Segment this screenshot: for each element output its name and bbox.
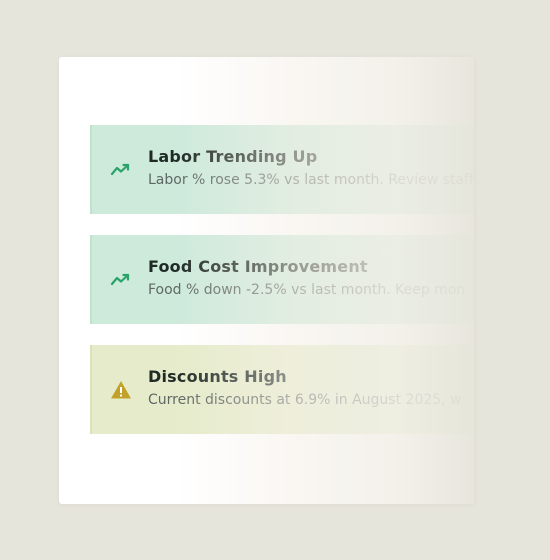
alert-discounts-high: Discounts High Current discounts at 6.9%… bbox=[90, 345, 474, 434]
alert-labor-trending: Labor Trending Up Labor % rose 5.3% vs l… bbox=[90, 125, 474, 214]
alert-title: Labor Trending Up bbox=[148, 147, 318, 166]
alert-message: Food % down -2.5% vs last month. Keep mo… bbox=[148, 282, 466, 298]
warning-icon bbox=[111, 381, 131, 399]
trending-up-icon bbox=[110, 273, 130, 286]
alert-message: Labor % rose 5.3% vs last month. Review … bbox=[148, 172, 474, 188]
alerts-panel: Labor Trending Up Labor % rose 5.3% vs l… bbox=[59, 57, 474, 504]
alert-message: Current discounts at 6.9% in August 2025… bbox=[148, 392, 462, 408]
alert-food-cost: Food Cost Improvement Food % down -2.5% … bbox=[90, 235, 474, 324]
alert-title: Food Cost Improvement bbox=[148, 257, 368, 276]
trending-up-icon bbox=[110, 163, 130, 176]
alert-title: Discounts High bbox=[148, 367, 287, 386]
